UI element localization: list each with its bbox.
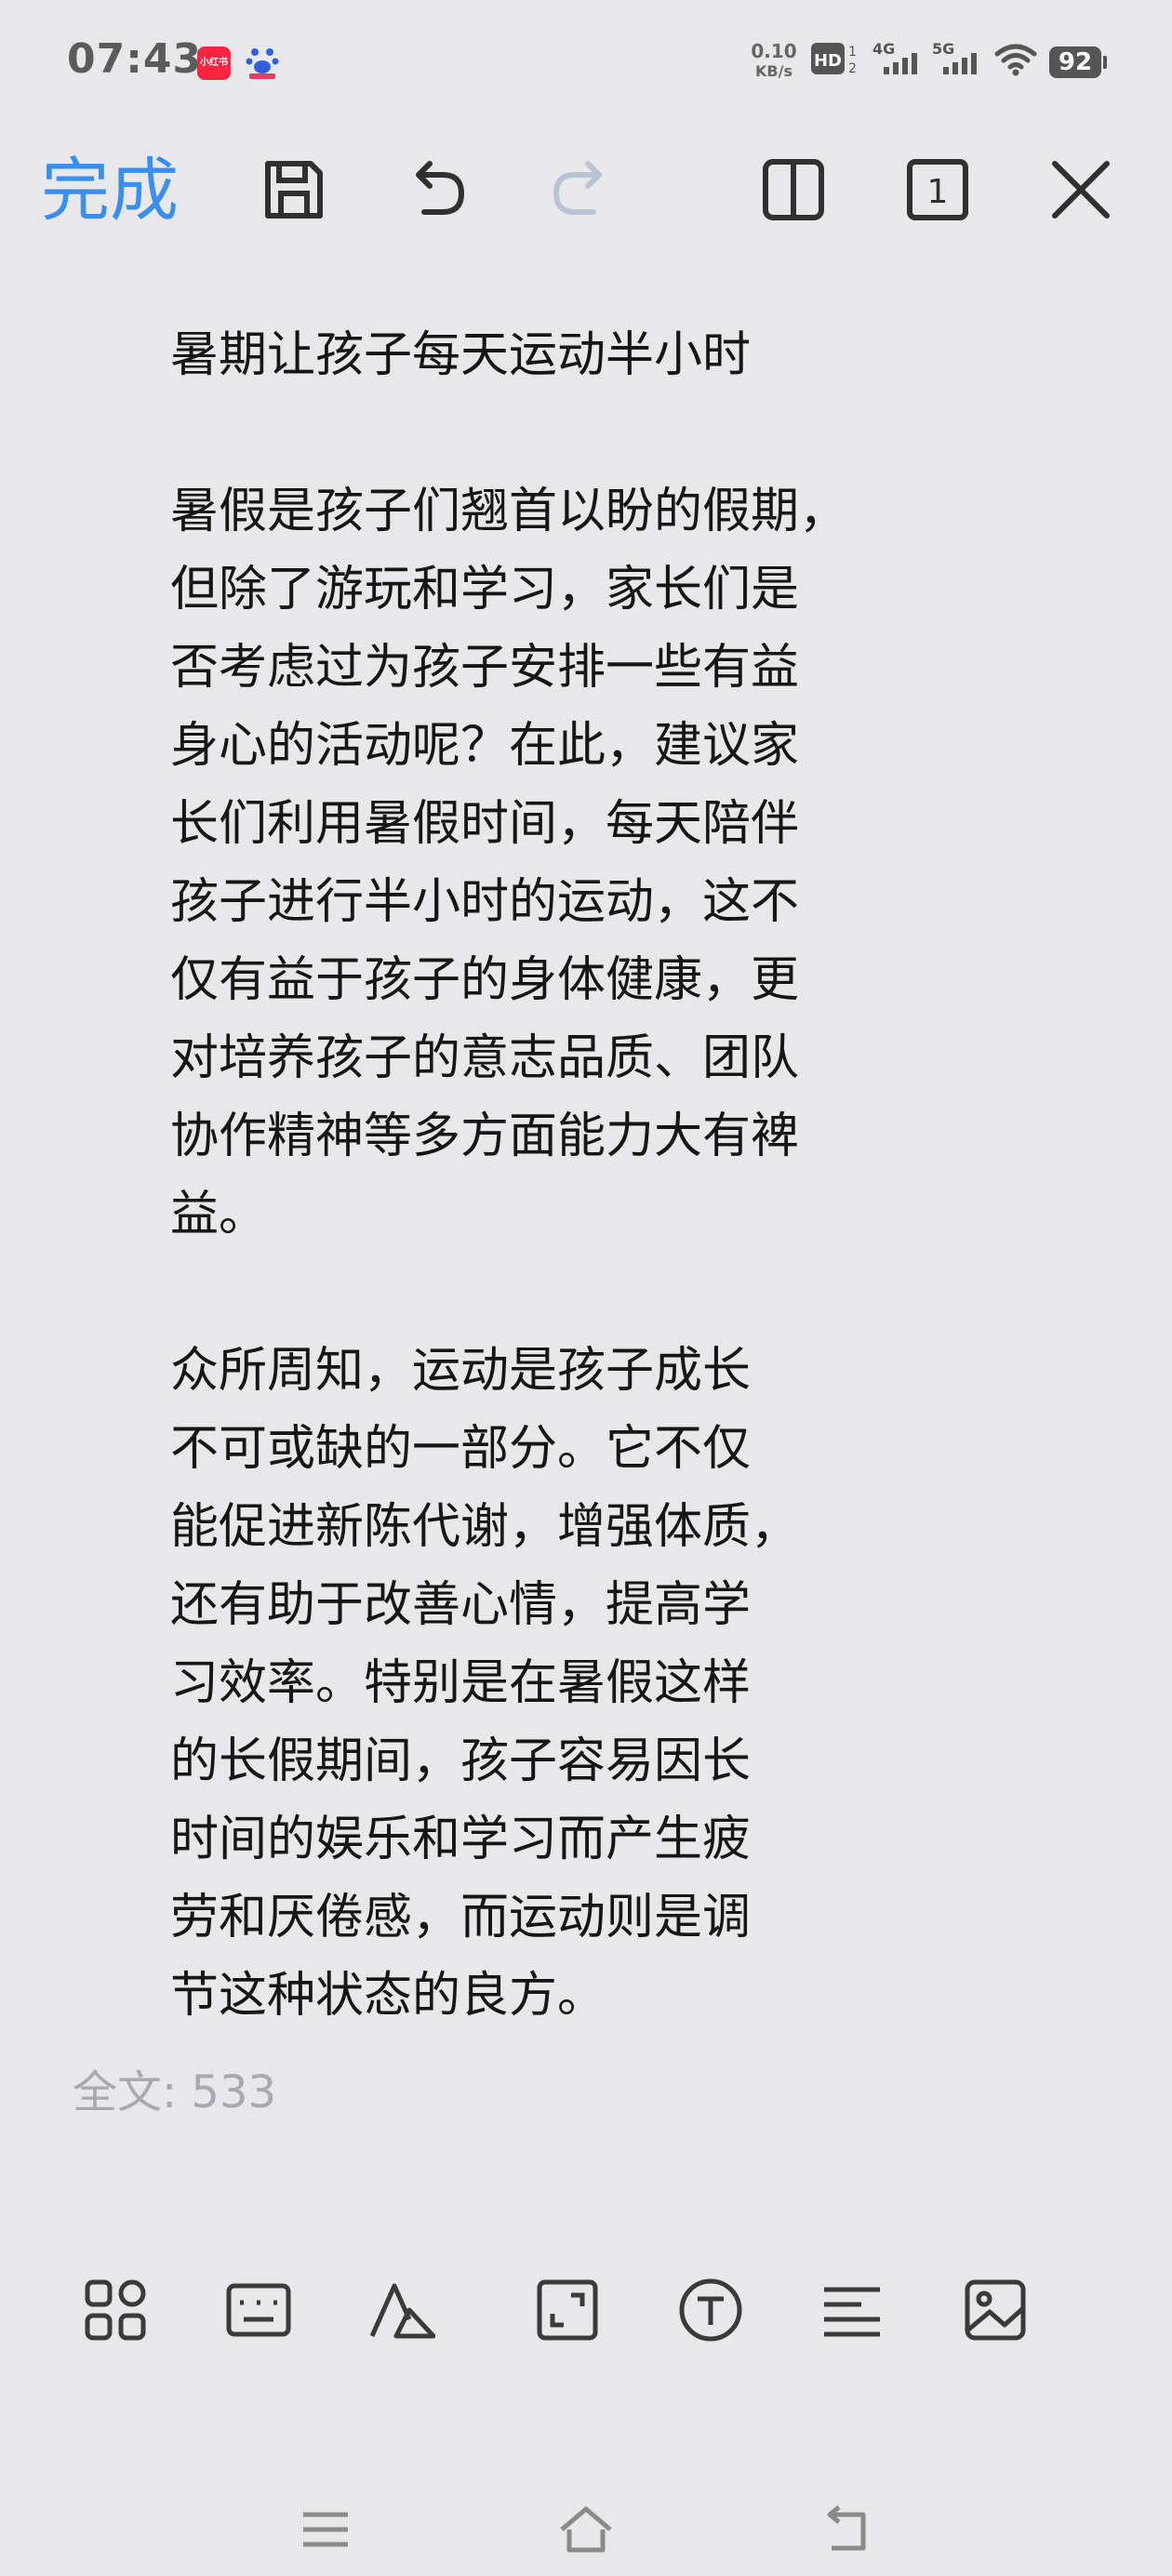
signal-4g-icon: 4G (872, 41, 917, 74)
text-format-icon[interactable] (677, 2277, 744, 2344)
apps-grid-icon[interactable] (82, 2277, 149, 2344)
baidu-icon (246, 48, 279, 79)
status-time: 07:43 (67, 35, 203, 83)
signal-5g-label: 5G (932, 41, 954, 58)
hd-label: HD (814, 51, 842, 71)
keyboard-icon[interactable] (225, 2277, 292, 2344)
page-number-label: 1 (927, 173, 949, 211)
done-button[interactable]: 完成 (41, 149, 179, 232)
network-speed: 0.10 KB/s (746, 41, 802, 82)
expand-icon[interactable] (534, 2277, 601, 2344)
signal-4g-label: 4G (872, 41, 895, 58)
image-icon[interactable] (962, 2277, 1029, 2344)
wifi-icon (994, 44, 1037, 76)
signal-5g-icon: 5G (932, 41, 977, 74)
word-count: 全文: 533 (73, 2066, 277, 2118)
split-view-icon[interactable] (758, 154, 829, 225)
document-body[interactable]: 暑期让孩子每天运动半小时 暑假是孩子们翘首以盼的假期， 但除了游玩和学习，家长们… (170, 316, 989, 2035)
page-number-icon[interactable]: 1 (902, 154, 973, 225)
document-title: 暑期让孩子每天运动半小时 (170, 327, 752, 383)
network-speed-value: 0.10 (751, 40, 797, 62)
status-bar: 07:43 小红书 0.10 KB/s HD 1 2 4G 5G 92 (0, 0, 1172, 121)
battery-icon: 92 (1049, 46, 1107, 78)
close-icon[interactable] (1045, 154, 1116, 225)
xiaohongshu-icon: 小红书 (197, 46, 231, 80)
undo-icon[interactable] (402, 154, 473, 225)
save-icon[interactable] (259, 154, 329, 225)
back-icon[interactable] (819, 2502, 874, 2557)
font-style-icon[interactable] (368, 2277, 435, 2344)
paragraph-2: 众所周知，运动是孩子成长 不可或缺的一部分。它不仅 能促进新陈代谢，增强体质， … (170, 1343, 800, 2024)
svg-text:1: 1 (848, 45, 857, 60)
svg-text:2: 2 (848, 61, 857, 76)
home-icon[interactable] (558, 2502, 614, 2557)
menu-icon[interactable] (298, 2502, 353, 2557)
align-left-icon[interactable] (819, 2277, 886, 2344)
hd-icon: HD 1 2 (811, 43, 857, 76)
network-speed-unit: KB/s (755, 62, 792, 80)
paragraph-1: 暑假是孩子们翘首以盼的假期， 但除了游玩和学习，家长们是 否考虑过为孩子安排一些… (170, 484, 848, 1242)
redo-icon[interactable] (545, 154, 616, 225)
